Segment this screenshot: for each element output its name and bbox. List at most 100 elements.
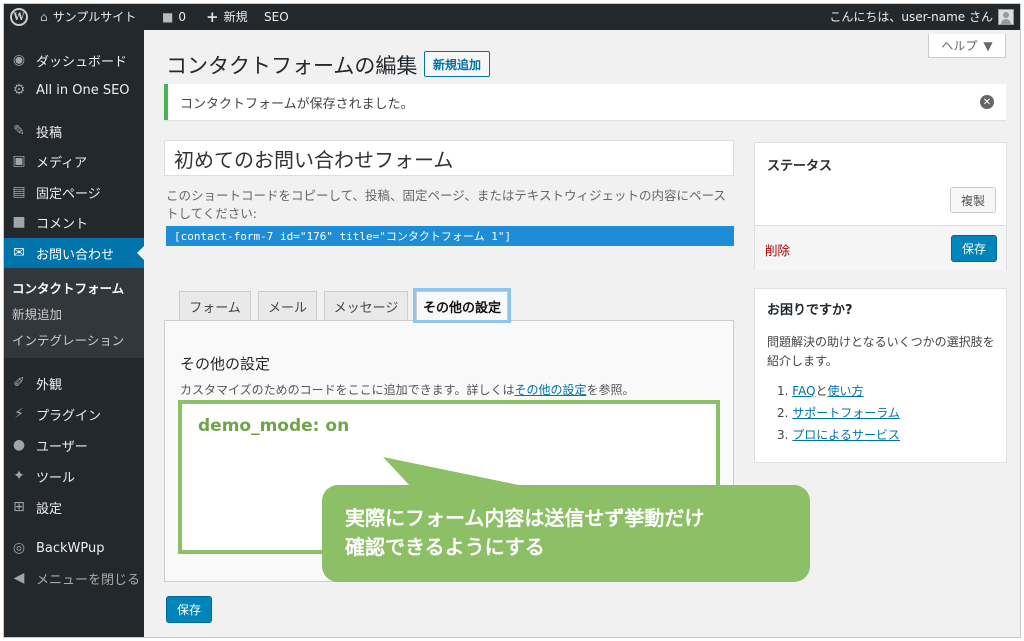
submenu-add-new[interactable]: 新規追加 [12,304,62,323]
page-title: コンタクトフォームの編集 [166,54,418,78]
success-notice: コンタクトフォームが保存されました。 ✕ [164,84,1006,120]
sidebar-item-comments[interactable]: ■ コメント [4,207,144,237]
panel-description: カスタマイズのためのコードをここに追加できます。詳しくはその他の設定を参照。 [180,381,634,398]
help-list: 1. FAQと使い方 2. サポートフォーラム 3. プロによるサービス [777,380,900,446]
wordpress-logo-icon: W [10,8,28,26]
delete-link[interactable]: 削除 [765,240,790,259]
save-button[interactable]: 保存 [950,235,997,262]
help-box-title: お困りですか? [767,303,853,318]
sidebar-item-label: ユーザー [36,439,88,455]
brush-icon: ✐ [13,375,25,391]
avatar [998,9,1014,25]
tab-mail[interactable]: メール [258,291,317,320]
panel-desc-text: カスタマイズのためのコードをここに追加できます。詳しくは [180,383,515,397]
add-new-button[interactable]: 新規追加 [424,51,491,77]
backwpup-icon: ◎ [12,540,26,556]
list-item: 2. サポートフォーラム [777,402,900,424]
tab-messages[interactable]: メッセージ [324,291,408,320]
sidebar-item-label: プラグイン [36,408,102,424]
sidebar-item-pages[interactable]: ▤ 固定ページ [4,177,144,207]
sidebar-item-label: ツール [36,470,76,486]
sidebar-item-label: コメント [36,216,89,232]
sidebar-item-label: BackWPup [36,540,105,556]
sidebar-item-backwpup[interactable]: ◎ BackWPup [4,533,144,563]
wp-logo-button[interactable]: W [10,4,28,30]
admin-bar: W ⌂ サンプルサイト ■ 0 + 新規 SEO こんにちは、user-name… [4,4,1020,30]
sidebar-item-users[interactable]: ● ユーザー [4,430,144,460]
sidebar-item-all-in-one-seo[interactable]: ⚙ All in One SEO [4,75,144,105]
page-icon: ▤ [12,184,26,200]
media-icon: ▣ [12,153,26,169]
user-icon: ● [12,437,26,453]
help-tab-button[interactable]: ヘルプ ▼ [928,34,1006,58]
form-title-input[interactable]: 初めてのお問い合わせフォーム [164,140,734,176]
sidebar-item-label: 投稿 [36,125,63,141]
list-text: と [815,384,828,398]
callout-line: 確認できるようにする [345,535,545,559]
sidebar-item-label: メニューを閉じる [36,572,141,588]
shortcode-field[interactable]: [contact-form-7 id="176" title="コンタクトフォー… [166,226,734,246]
sidebar-item-label: 設定 [36,501,63,517]
sidebar-item-posts[interactable]: ✎ 投稿 [4,116,144,146]
help-description: 問題解決の助けとなるいくつかの選択肢を紹介します。 [767,335,995,368]
save-button-bottom[interactable]: 保存 [166,596,213,623]
additional-settings-link[interactable]: その他の設定 [514,383,586,397]
comment-icon: ■ [162,10,174,24]
contact-submenu: コンタクトフォーム 新規追加 インテグレーション [4,268,144,358]
collapse-icon: ◀ [13,570,25,586]
pin-icon: ✎ [13,123,25,139]
sidebar-item-contact[interactable]: ✉ お問い合わせ [4,238,144,268]
comment-icon: ■ [12,214,26,230]
settings-icon: ⊞ [13,499,25,515]
admin-sidebar: ◉ ダッシュボード ⚙ All in One SEO ✎ 投稿 ▣ メディア ▤… [4,30,144,637]
shortcode-hint: このショートコードをコピーして、投稿、固定ページ、またはテキストウィジェットの内… [166,188,726,221]
status-box-footer: 削除 保存 [755,225,1006,271]
sidebar-item-label: 固定ページ [36,186,101,202]
sidebar-item-appearance[interactable]: ✐ 外観 [4,368,144,398]
submenu-integration[interactable]: インテグレーション [12,330,124,349]
list-number: 3. [777,428,789,442]
close-icon[interactable]: ✕ [980,95,994,109]
seo-label: SEO [264,10,289,24]
docs-link[interactable]: 使い方 [828,384,864,398]
collapse-menu-button[interactable]: ◀ メニューを閉じる [4,563,144,593]
account-menu[interactable]: こんにちは、user-name さん [829,4,1014,30]
duplicate-button[interactable]: 複製 [949,187,996,213]
plus-icon: + [206,8,219,26]
help-label: ヘルプ [941,39,978,53]
mail-icon: ✉ [13,245,25,261]
sidebar-item-media[interactable]: ▣ メディア [4,146,144,176]
sidebar-item-tools[interactable]: ✦ ツール [4,461,144,491]
list-number: 1. [777,384,789,398]
seo-link[interactable]: SEO [264,4,289,30]
status-box: ステータス 複製 削除 保存 [754,142,1007,271]
panel-desc-text: を参照。 [586,383,635,397]
sidebar-item-dashboard[interactable]: ◉ ダッシュボード [4,45,144,75]
support-forum-link[interactable]: サポートフォーラム [792,406,900,420]
new-content-link[interactable]: + 新規 [206,4,248,30]
site-name: サンプルサイト [52,10,137,24]
wrench-icon: ✦ [13,468,25,484]
site-name-link[interactable]: ⌂ サンプルサイト [40,4,136,30]
list-number: 2. [777,406,789,420]
chevron-down-icon: ▼ [983,38,993,53]
sidebar-item-label: メディア [36,155,88,171]
browser-frame: W ⌂ サンプルサイト ■ 0 + 新規 SEO こんにちは、user-name… [3,3,1021,638]
submenu-contact-forms[interactable]: コンタクトフォーム [12,278,124,297]
dashboard-icon: ◉ [12,52,26,68]
comments-link[interactable]: ■ 0 [162,4,186,30]
tab-form[interactable]: フォーム [179,291,251,320]
annotation-callout: 実際にフォーム内容は送信せず挙動だけ 確認できるようにする [322,485,810,582]
sidebar-item-settings[interactable]: ⊞ 設定 [4,492,144,522]
sidebar-item-plugins[interactable]: ⚡ プラグイン [4,399,144,429]
pro-services-link[interactable]: プロによるサービス [792,428,900,442]
plug-icon: ⚡ [14,406,24,422]
gear-icon: ⚙ [12,82,26,98]
notice-text: コンタクトフォームが保存されました。 [180,96,414,112]
sidebar-item-label: All in One SEO [36,82,130,98]
home-icon: ⌂ [40,10,48,24]
sidebar-item-label: 外観 [36,377,63,393]
faq-link[interactable]: FAQ [792,384,815,398]
tab-additional-settings[interactable]: その他の設定 [413,288,511,323]
callout-line: 実際にフォーム内容は送信せず挙動だけ [345,506,705,530]
